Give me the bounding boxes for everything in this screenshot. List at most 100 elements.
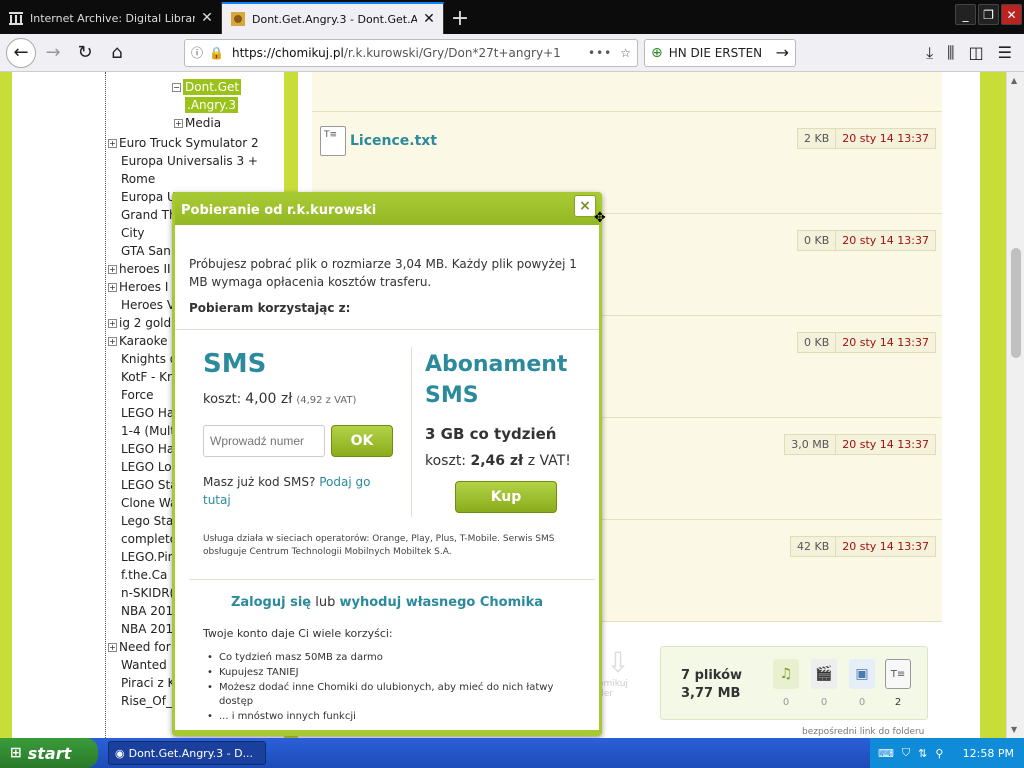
taskbar-item-firefox[interactable]: ◉ Dont.Get.Angry.3 - D...	[108, 741, 266, 765]
image-icon[interactable]: ▣	[849, 659, 875, 689]
tree-item-label: Europa U	[121, 190, 176, 204]
tree-item[interactable]: + Euro Truck Symulator 2	[108, 134, 288, 152]
tree-item-label: heroes II	[119, 262, 171, 276]
file-size: 0 KB	[796, 332, 837, 353]
collapse-icon[interactable]: −	[172, 83, 181, 92]
operators-note: Usługa działa w sieciach operatorów: Ora…	[203, 534, 555, 557]
buy-button[interactable]: Kup	[455, 481, 557, 513]
tree-item-label: Rome	[121, 172, 156, 186]
url-bar[interactable]: ⓘ 🔒 https://chomikuj.pl/r.k.kurowski/Gry…	[184, 38, 638, 67]
scrollbar[interactable]: ▲ ▼	[1006, 72, 1024, 738]
expand-icon[interactable]: +	[108, 283, 117, 292]
scroll-thumb[interactable]	[1011, 248, 1021, 358]
tree-item-label: Euro Truck Symulator 2	[119, 136, 259, 150]
shield-icon[interactable]: ⛉	[902, 746, 910, 760]
tree-item-label: LEGO Sta	[121, 478, 178, 492]
image-count: 0	[858, 697, 866, 708]
maximize-button[interactable]: ❐	[978, 4, 999, 25]
navigation-bar: ← → ↻ ⌂ ⓘ 🔒 https://chomikuj.pl/r.k.kuro…	[0, 34, 1024, 72]
expand-icon[interactable]: +	[108, 139, 117, 148]
tree-item-label: n-SKIDR(	[121, 586, 175, 600]
file-licence[interactable]: T≡ Licence.txt	[320, 126, 437, 156]
download-icon[interactable]: ⤓	[926, 43, 933, 63]
tree-item-label: GTA San	[121, 244, 171, 258]
tree-item-label: ig 2 gold	[119, 316, 172, 330]
url-text[interactable]: https://chomikuj.pl/r.k.kurowski/Gry/Don…	[232, 46, 580, 60]
file-size: 2 KB	[796, 128, 837, 149]
reload-button[interactable]: ↻	[70, 38, 100, 68]
home-button[interactable]: ⌂	[102, 38, 132, 68]
home-icon: ⌂	[111, 42, 123, 63]
start-button[interactable]: ⊞ start	[0, 738, 98, 768]
download-chomikuj-button[interactable]: ⇩ omikuj der	[598, 646, 638, 699]
forward-button[interactable]: →	[38, 38, 68, 68]
scroll-down-icon[interactable]: ▼	[1011, 725, 1017, 734]
expand-icon[interactable]: +	[108, 643, 117, 652]
tree-item-label: KotF - Kr	[121, 370, 172, 384]
text-file-icon: T≡	[320, 126, 346, 156]
document-icon[interactable]: T≡	[885, 659, 911, 689]
tree-item-label: LEGO Ha	[121, 406, 175, 420]
search-icon[interactable]: ⚲	[935, 747, 943, 760]
library-icon[interactable]: ⫼	[947, 43, 954, 63]
tree-item-label: City	[121, 226, 145, 240]
file-date: 20 sty 14 13:37	[836, 434, 936, 455]
close-tab-icon[interactable]: ✕	[199, 10, 215, 26]
create-account-link[interactable]: wyhoduj własnego Chomika	[339, 595, 543, 610]
file-name[interactable]: Licence.txt	[350, 133, 437, 149]
search-text: HN DIE ERSTEN	[668, 45, 763, 60]
tree-item-label: Knights o	[121, 352, 178, 366]
expand-icon[interactable]: +	[174, 119, 183, 128]
tab-title: Internet Archive: Digital Library of	[30, 11, 195, 25]
network-icon[interactable]: ⇅	[918, 747, 927, 760]
tab-internet-archive[interactable]: Internet Archive: Digital Library of ✕	[0, 2, 222, 34]
divider	[189, 579, 595, 580]
video-icon[interactable]: 🎬	[811, 659, 837, 689]
close-window-button[interactable]: ✕	[1001, 4, 1022, 25]
arrow-right-icon: →	[45, 42, 61, 63]
system-tray: ⌨ ⛉ ⇅ ⚲ 12:58 PM	[870, 738, 1024, 768]
file-size-info: Próbujesz pobrać plik o rozmiarze 3,04 M…	[189, 257, 577, 289]
tree-item-label: Wanted	[121, 658, 167, 672]
minimize-button[interactable]: _	[955, 4, 976, 25]
reload-icon: ↻	[77, 42, 93, 63]
tree-line	[105, 72, 106, 738]
tree-item[interactable]: Rome	[108, 170, 288, 188]
sms-code-input[interactable]	[203, 425, 325, 457]
search-go-icon[interactable]: →	[776, 43, 789, 62]
bookmark-star-icon[interactable]: ☆	[620, 46, 631, 60]
expand-icon[interactable]: +	[108, 265, 117, 274]
scroll-up-icon[interactable]: ▲	[1011, 76, 1017, 85]
download-arrow-icon: ⇩	[606, 646, 630, 679]
file-date: 20 sty 14 13:37	[836, 230, 936, 251]
ok-button[interactable]: OK	[331, 425, 393, 457]
chomikuj-icon	[231, 12, 245, 26]
new-tab-button[interactable]: +	[444, 2, 476, 34]
back-button[interactable]: ←	[6, 37, 36, 68]
tree-item-label: complete	[121, 532, 178, 546]
page-actions-icon[interactable]: •••	[588, 46, 612, 60]
music-icon[interactable]: ♫	[773, 659, 799, 689]
keyboard-icon[interactable]: ⌨	[878, 747, 894, 760]
search-box[interactable]: ⊕ HN DIE ERSTEN →	[644, 38, 796, 67]
search-engine-icon: ⊕	[651, 44, 663, 61]
close-tab-icon[interactable]: ✕	[421, 11, 437, 27]
tree-item-label: Force	[121, 388, 154, 402]
tab-dont-get-angry[interactable]: Dont.Get.Angry.3 - Dont.Get.Ang ✕	[222, 2, 444, 34]
menu-icon[interactable]: ☰	[998, 43, 1012, 63]
folder-summary: 7 plików 3,77 MB ♫ 🎬 ▣ T≡ 0 0 0 2	[660, 646, 928, 720]
lock-icon[interactable]: 🔒	[209, 46, 224, 60]
dialog-close-button[interactable]: ×	[574, 195, 596, 217]
expand-icon[interactable]: +	[108, 337, 117, 346]
file-date: 20 sty 14 13:37	[836, 536, 936, 557]
login-link[interactable]: Zaloguj się	[231, 595, 311, 610]
tree-item[interactable]: Europa Universalis 3 +	[108, 152, 288, 170]
expand-icon[interactable]: +	[108, 319, 117, 328]
sms-heading: SMS	[203, 349, 267, 379]
direct-link[interactable]: bezpośredni link do folderu	[802, 727, 924, 737]
file-meta: 3,0 MB 20 sty 14 13:37	[784, 434, 936, 455]
file-meta: 0 KB 20 sty 14 13:37	[796, 332, 936, 353]
sidebar-icon[interactable]: ◫	[969, 43, 984, 63]
info-icon[interactable]: ⓘ	[191, 44, 203, 61]
dialog-title: Pobieranie od r.k.kurowski	[175, 195, 599, 225]
